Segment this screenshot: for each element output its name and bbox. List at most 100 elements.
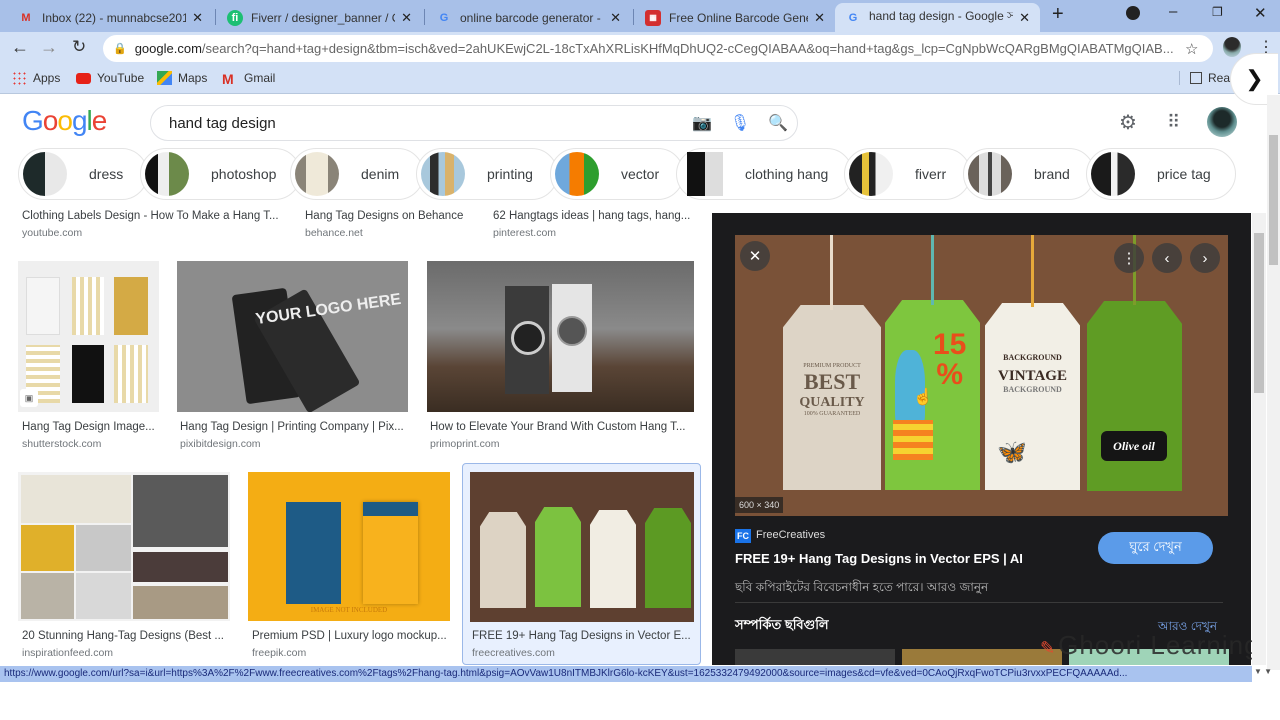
result-image-freepik[interactable]: IMAGE NOT INCLUDED — [248, 472, 450, 621]
tab-gmail[interactable]: M Inbox (22) - munnabcse2013 ✕ — [8, 3, 213, 32]
close-window-button[interactable]: ✕ — [1254, 4, 1267, 22]
close-tab-icon[interactable]: ✕ — [814, 10, 825, 26]
tab-fiverr[interactable]: fi Fiverr / designer_banner / Or ✕ — [217, 3, 422, 32]
extension-icon[interactable] — [1126, 6, 1140, 20]
freecreatives-logo-icon: FC — [735, 529, 751, 543]
chip-thumbnail — [421, 152, 465, 196]
chip-photoshop[interactable]: photoshop — [140, 148, 302, 200]
restore-button[interactable]: ❐ — [1212, 5, 1223, 19]
preview-scrollbar[interactable] — [1252, 213, 1266, 665]
result-source[interactable]: freepik.com — [252, 647, 306, 659]
result-source[interactable]: freecreatives.com — [472, 647, 555, 659]
result-image-primoprint[interactable] — [427, 261, 694, 412]
scrollbar-thumb[interactable] — [1269, 135, 1278, 265]
apps-grid-icon — [12, 71, 27, 85]
chip-brand[interactable]: brand — [963, 148, 1095, 200]
google-account-avatar[interactable] — [1207, 107, 1237, 137]
result-title[interactable]: Hang Tag Design Image... — [22, 421, 157, 433]
result-source[interactable]: pinterest.com — [493, 227, 556, 239]
close-tab-icon[interactable]: ✕ — [401, 10, 412, 26]
result-source[interactable]: inspirationfeed.com — [22, 647, 113, 659]
scrollbar-thumb[interactable] — [1254, 233, 1264, 393]
image-dimensions: 600 × 340 — [735, 497, 784, 513]
tab-hand-tag-design[interactable]: G hand tag design - Google সা ✕ — [835, 3, 1040, 32]
result-title[interactable]: Hang Tag Design | Printing Company | Pix… — [180, 421, 405, 433]
preview-image[interactable]: PREMIUM PRODUCT BEST QUALITY 100% GUARAN… — [735, 235, 1228, 516]
maps-icon — [157, 71, 172, 85]
result-source[interactable]: youtube.com — [22, 227, 82, 239]
next-image-button[interactable]: › — [1190, 243, 1220, 273]
status-bar-url: https://www.google.com/url?sa=i&url=http… — [0, 666, 1252, 682]
bookmark-apps[interactable]: Apps — [12, 71, 60, 85]
google-header: Google hand tag design 📷 🎙 🔍 ⚙ ⠿ dress p… — [0, 95, 1266, 213]
fiverr-icon: fi — [227, 9, 243, 26]
bookmark-youtube[interactable]: YouTube — [76, 71, 144, 85]
tag-vintage: BACKGROUND VINTAGE BACKGROUND 🦋 — [985, 303, 1080, 490]
image-overlay-text: IMAGE NOT INCLUDED — [310, 606, 388, 614]
tab-barcode-search[interactable]: G online barcode generator - G ✕ — [426, 3, 631, 32]
google-apps-icon[interactable]: ⠿ — [1167, 112, 1180, 133]
close-tab-icon[interactable]: ✕ — [1019, 10, 1030, 26]
settings-gear-icon[interactable]: ⚙ — [1119, 110, 1137, 135]
result-title[interactable]: FREE 19+ Hang Tag Designs in Vector E... — [472, 630, 692, 642]
search-input[interactable]: hand tag design — [169, 115, 683, 132]
result-title[interactable]: 20 Stunning Hang-Tag Designs (Best ... — [22, 630, 227, 642]
bookmark-star-icon[interactable]: ☆ — [1185, 40, 1207, 58]
reload-button[interactable]: ↻ — [72, 37, 86, 57]
close-tab-icon[interactable]: ✕ — [610, 10, 621, 26]
chip-thumbnail — [555, 152, 599, 196]
bookmark-maps[interactable]: Maps — [157, 71, 207, 85]
pen-logo-icon: ✎ — [1040, 638, 1057, 658]
preview-title[interactable]: FREE 19+ Hang Tag Designs in Vector EPS … — [735, 551, 1023, 566]
watermark: ✎Ghoori Learning — [1040, 630, 1260, 660]
address-bar[interactable]: 🔒 google.com/search?q=hand+tag+design&tb… — [103, 35, 1213, 62]
image-badge-icon: ▣ — [20, 389, 38, 407]
close-tab-icon[interactable]: ✕ — [192, 10, 203, 26]
visit-button[interactable]: ঘুরে দেখুন — [1098, 532, 1213, 564]
result-title[interactable]: Premium PSD | Luxury logo mockup... — [252, 630, 450, 642]
result-source[interactable]: shutterstock.com — [22, 438, 101, 450]
profile-avatar[interactable] — [1223, 37, 1241, 57]
result-image-pixibit[interactable]: YOUR LOGO HERE — [177, 261, 408, 412]
result-title[interactable]: How to Elevate Your Brand With Custom Ha… — [430, 421, 690, 433]
forward-button[interactable]: → — [40, 37, 58, 58]
copyright-notice[interactable]: ছবি কপিরাইটের বিবেচনাধীন হতে পারে। আরও জ… — [735, 579, 988, 599]
page-scrollbar[interactable] — [1267, 95, 1280, 670]
preview-source-name[interactable]: FreeCreatives — [756, 529, 825, 541]
bookmark-gmail[interactable]: M Gmail — [222, 71, 275, 87]
chip-fiverr[interactable]: fiverr — [844, 148, 972, 200]
close-preview-button[interactable]: ✕ — [740, 241, 770, 271]
result-title[interactable]: 62 Hangtags ideas | hang tags, hang... — [493, 210, 693, 222]
related-image[interactable] — [902, 649, 1062, 665]
minimize-button[interactable]: – — [1169, 3, 1177, 20]
previous-image-button[interactable]: ‹ — [1152, 243, 1182, 273]
microphone-icon[interactable]: 🎙 — [721, 113, 759, 133]
result-title[interactable]: Hang Tag Designs on Behance — [305, 210, 475, 222]
chip-price-tag[interactable]: price tag — [1086, 148, 1236, 200]
result-image-shutterstock[interactable]: ▣ — [18, 261, 159, 412]
search-box[interactable]: hand tag design 📷 🎙 🔍 — [150, 105, 798, 141]
back-button[interactable]: ← — [11, 37, 29, 58]
google-logo[interactable]: Google — [22, 105, 107, 137]
chip-dress[interactable]: dress — [18, 148, 149, 200]
result-source[interactable]: behance.net — [305, 227, 363, 239]
chip-clothing-hang[interactable]: clothing hang — [676, 148, 854, 200]
related-image[interactable] — [735, 649, 895, 665]
google-icon: G — [439, 11, 449, 24]
chip-denim[interactable]: denim — [290, 148, 425, 200]
result-image-inspirationfeed[interactable] — [18, 472, 230, 621]
tab-divider — [424, 9, 425, 25]
tab-barcode-generator[interactable]: ▦ Free Online Barcode Generat ✕ — [635, 3, 835, 32]
camera-search-icon[interactable]: 📷 — [683, 113, 721, 133]
scroll-down-arrows-icon[interactable]: ▼ ▼ — [1254, 667, 1272, 676]
browser-toolbar: ← → ↻ 🔒 google.com/search?q=hand+tag+des… — [0, 32, 1280, 64]
result-title[interactable]: Clothing Labels Design - How To Make a H… — [22, 210, 282, 222]
result-source[interactable]: primoprint.com — [430, 438, 499, 450]
chip-printing[interactable]: printing — [416, 148, 558, 200]
more-options-icon[interactable]: ⋮ — [1114, 243, 1144, 273]
search-icon[interactable]: 🔍 — [759, 113, 797, 133]
barcode-site-icon: ▦ — [645, 9, 661, 26]
new-tab-button[interactable]: + — [1052, 3, 1064, 26]
chip-vector[interactable]: vector — [550, 148, 685, 200]
result-source[interactable]: pixibitdesign.com — [180, 438, 261, 450]
